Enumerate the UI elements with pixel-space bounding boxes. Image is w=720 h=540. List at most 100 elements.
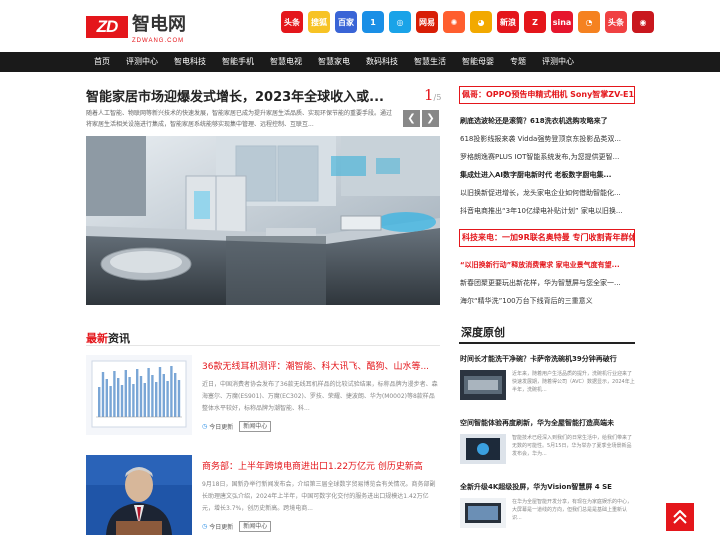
sidebar-box2-title[interactable]: 科技来电：一加9R联名奥特曼 专门收割青年群体 bbox=[459, 229, 635, 247]
news-tag[interactable]: 新闻中心 bbox=[239, 521, 272, 532]
thumbnail-bar bbox=[139, 376, 143, 417]
nav-item[interactable]: 智能母婴 bbox=[454, 52, 502, 72]
sidebar-link[interactable]: 618投影线报来袭 Vidda强势登顶京东投影品类双... bbox=[460, 134, 636, 144]
news-tag[interactable]: 新闻中心 bbox=[239, 421, 272, 432]
news-title[interactable]: 36款无线耳机测评：潮智能、科大讯飞、酷狗、山水等... bbox=[202, 359, 440, 372]
site-header: ZD 智电网 ZDWANG.COM 头条 搜狐 百家 1 ◎ 网易 ✺ ◕ 新浪 Zsina ◔ 头条… bbox=[0, 0, 720, 52]
nav-item[interactable]: 智能手机 bbox=[214, 52, 262, 72]
slide-arrows: ❮ ❯ bbox=[403, 110, 439, 127]
partner-logo-icon[interactable]: ◉ bbox=[632, 11, 654, 33]
deep-article[interactable]: 全新升级4K超级投屏，华为Vision智慧屏 4 SE 在华为全屋智能开发分享，有… bbox=[460, 482, 636, 528]
nav-item[interactable]: 智慧生活 bbox=[406, 52, 454, 72]
thumbnail-bar bbox=[166, 381, 169, 417]
headline-lead: 随着人工智能、物联网等新兴技术的快速发展，智能家居已成为提升家居生活品质、实现环… bbox=[86, 110, 393, 128]
sidebar-link[interactable]: 罗格朗逸赛PLUS IOT智能系统发布,为您提供更智... bbox=[460, 152, 636, 162]
back-to-top-button[interactable] bbox=[666, 503, 694, 531]
thumbnail-bar bbox=[117, 378, 120, 417]
deep-article-thumbnail[interactable] bbox=[460, 370, 506, 400]
sidebar-link[interactable]: “以旧换新行动”释放消费需求 家电业景气度有望... bbox=[460, 260, 636, 270]
news-desc: 近日，中国消费者协会发布了36款无线耳机样品的比较试验结果，标称品牌为漫步者、森… bbox=[202, 381, 438, 412]
thumbnail-bar bbox=[105, 379, 108, 417]
partner-logo-icon[interactable]: 搜狐 bbox=[308, 11, 330, 33]
partner-logo-icon[interactable]: ◎ bbox=[389, 11, 411, 33]
prev-arrow-icon[interactable]: ❮ bbox=[403, 110, 420, 127]
partner-logo-icon[interactable]: 头条 bbox=[605, 11, 627, 33]
nav-item[interactable]: 智电科技 bbox=[166, 52, 214, 72]
clock-icon: ◷ bbox=[202, 423, 208, 430]
logo-name: 智电网 bbox=[132, 14, 186, 35]
sidebar-link[interactable]: 新春团聚更要玩出新花样，华为智慧屏与您全家一... bbox=[460, 278, 636, 288]
deep-article-desc: 在华为全屋智能开发分享，有现在为家庭娱乐的中心，大屏幕是一道线的方向，但我们总是… bbox=[512, 499, 633, 521]
update-time: ◷ 今日更新 bbox=[202, 423, 234, 431]
nav-item[interactable]: 智慧电视 bbox=[262, 52, 310, 72]
sidebar-link[interactable]: 集成灶进入AI数字厨电新时代 老板数字厨电集... bbox=[460, 170, 636, 180]
logo-mark: ZD bbox=[86, 16, 128, 38]
thumbnail-bar bbox=[177, 380, 181, 417]
sidebar-link[interactable]: 海尔“精华洗”100万台下线背后的三重意义 bbox=[460, 296, 636, 306]
news-thumbnail[interactable] bbox=[86, 355, 192, 435]
partner-logo-icon[interactable]: ◕ bbox=[470, 11, 492, 33]
deep-article-thumbnail[interactable] bbox=[460, 498, 506, 528]
deep-article-title[interactable]: 时间长才能洗干净碗？卡萨帝洗碗机39分钟再破行 bbox=[460, 354, 636, 364]
thumbnail-bar bbox=[132, 384, 135, 417]
thumbnail-bar bbox=[98, 387, 101, 417]
headline-title[interactable]: 智能家居市场迎爆发式增长，2023年全球收入或... bbox=[86, 86, 406, 105]
thumbnail-bar bbox=[162, 374, 165, 417]
news-desc: 9月18日，国新办举行新闻发布会，介绍第三届全球数字贸易博览会有关情况。商务部副… bbox=[202, 481, 436, 512]
deep-article-title[interactable]: 全新升级4K超级投屏，华为Vision智慧屏 4 SE bbox=[460, 482, 636, 492]
thumbnail-bar bbox=[128, 377, 131, 417]
news-thumbnail[interactable] bbox=[86, 455, 192, 535]
main-nav: 首页 评测中心 智电科技 智能手机 智慧电视 智慧家电 数码科技 智慧生活 智能母婴 专题 评测中心 bbox=[0, 52, 720, 72]
partner-icons: 头条 搜狐 百家 1 ◎ 网易 ✺ ◕ 新浪 Zsina ◔ 头条 ◉ bbox=[281, 11, 654, 33]
slide-pager: 1/5 bbox=[424, 86, 442, 104]
nav-item[interactable]: 专题 bbox=[502, 52, 534, 72]
next-arrow-icon[interactable]: ❯ bbox=[422, 110, 439, 127]
thumbnail-bar bbox=[147, 368, 150, 417]
hero-image[interactable] bbox=[86, 136, 440, 305]
chevron-up-icon bbox=[673, 510, 687, 524]
logo-domain: ZDWANG.COM bbox=[132, 38, 185, 44]
thumbnail-bar bbox=[113, 371, 116, 417]
sidebar-link[interactable]: 刷底选波轮还是滚筒？618洗衣机选购攻略来了 bbox=[460, 116, 636, 126]
news-item[interactable]: 商务部：上半年跨境电商进出口1.22万亿元 创历史新高 9月18日，国新办举行新… bbox=[86, 455, 440, 535]
sidebar-link[interactable]: 以旧换新促进增长，龙头家电企业如何借助智能化... bbox=[460, 188, 636, 198]
partner-logo-icon[interactable]: 头条 bbox=[281, 11, 303, 33]
partner-logo-icon[interactable]: sina bbox=[551, 11, 573, 33]
nav-item[interactable]: 智慧家电 bbox=[310, 52, 358, 72]
news-item[interactable]: 36款无线耳机测评：潮智能、科大讯飞、酷狗、山水等... 近日，中国消费者协会发… bbox=[86, 355, 440, 435]
deep-article-title[interactable]: 空间智能体验再度刷新，华为全屋智能打造高端未 bbox=[460, 418, 636, 428]
news-title[interactable]: 商务部：上半年跨境电商进出口1.22万亿元 创历史新高 bbox=[202, 459, 440, 472]
partner-logo-icon[interactable]: 新浪 bbox=[497, 11, 519, 33]
sidebar-link[interactable]: 抖音电商推出“3年10亿绿电补贴计划” 家电以旧换... bbox=[460, 206, 636, 216]
thumbnail-bar bbox=[101, 372, 105, 417]
site-logo[interactable]: ZD 智电网 ZDWANG.COM bbox=[86, 12, 186, 44]
thumbnail-bar bbox=[120, 385, 124, 417]
thumbnail-bar bbox=[170, 366, 173, 417]
thumbnail-bar bbox=[124, 370, 127, 417]
thumbnail-bar bbox=[155, 382, 158, 417]
clock-icon: ◷ bbox=[202, 523, 208, 530]
latest-section-title: 最新资讯 bbox=[86, 330, 440, 346]
thumbnail-bar bbox=[109, 386, 112, 417]
partner-logo-icon[interactable]: Z bbox=[524, 11, 546, 33]
sidebar-box1-title[interactable]: 佩哥：OPPO预告申精式相机 Sony智掌ZV-E1... bbox=[459, 86, 635, 104]
partner-logo-icon[interactable]: ✺ bbox=[443, 11, 465, 33]
deep-section-title: 深度原创 bbox=[459, 324, 635, 344]
thumbnail-bar bbox=[143, 383, 146, 417]
partner-logo-icon[interactable]: 1 bbox=[362, 11, 384, 33]
nav-item[interactable]: 评测中心 bbox=[534, 52, 582, 72]
thumbnail-bar bbox=[158, 367, 162, 417]
deep-article-thumbnail[interactable] bbox=[460, 434, 506, 464]
deep-article-desc: 近年来，随着用户生活品质的提升，洗碗机行业迎来了快速发展期，随着得公司（AVC）… bbox=[512, 371, 635, 393]
deep-article-desc: 智能技术已经深入到我们的日常生活中，给我们带来了无数的可能性。5月15日，华为举… bbox=[512, 435, 633, 457]
nav-item[interactable]: 评测中心 bbox=[118, 52, 166, 72]
partner-logo-icon[interactable]: 网易 bbox=[416, 11, 438, 33]
nav-item[interactable]: 首页 bbox=[86, 52, 118, 72]
deep-article[interactable]: 时间长才能洗干净碗？卡萨帝洗碗机39分钟再破行近年来，随着用户生活品质的提升，洗… bbox=[460, 354, 636, 400]
thumbnail-bar bbox=[151, 375, 154, 417]
deep-article[interactable]: 空间智能体验再度刷新，华为全屋智能打造高端未智能技术已经深入到我们的日常生活中，… bbox=[460, 418, 636, 464]
update-time: ◷ 今日更新 bbox=[202, 523, 234, 531]
partner-logo-icon[interactable]: 百家 bbox=[335, 11, 357, 33]
partner-logo-icon[interactable]: ◔ bbox=[578, 11, 600, 33]
nav-item[interactable]: 数码科技 bbox=[358, 52, 406, 72]
